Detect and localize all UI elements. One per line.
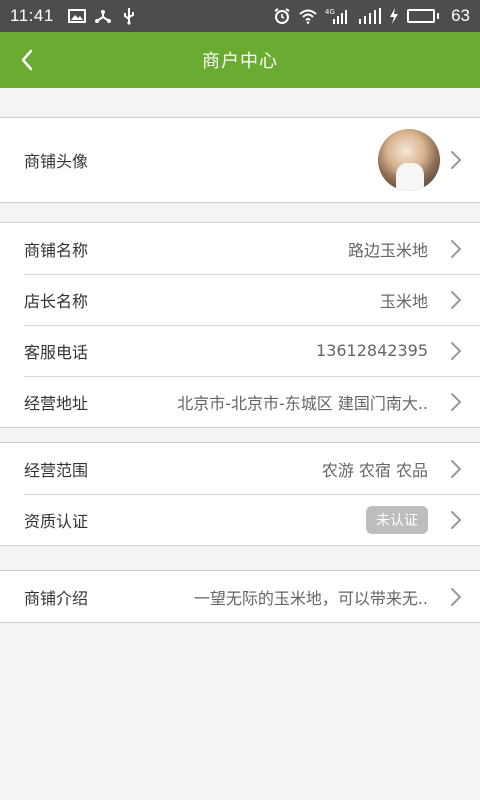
row-value: 玉米地: [379, 291, 428, 311]
group-avatar: 商铺头像: [0, 117, 480, 203]
row-service-phone[interactable]: 客服电话 13612842395: [0, 325, 480, 376]
row-manager-name[interactable]: 店长名称 玉米地: [0, 274, 480, 325]
chevron-right-icon: [450, 392, 462, 412]
group-intro: 商铺介绍 一望无际的玉米地，可以带来无..: [0, 570, 480, 623]
usb-share-icon: [94, 7, 112, 25]
avatar: [378, 129, 440, 191]
row-value: 13612842395: [316, 341, 428, 360]
chevron-right-icon: [450, 587, 462, 607]
charging-icon: [389, 7, 399, 25]
status-bar: 11:41 4G 63: [0, 0, 480, 32]
signal-4g-icon: 4G: [325, 7, 349, 25]
chevron-right-icon: [450, 341, 462, 361]
row-value: 北京市-北京市-东城区 建国门南大..: [177, 393, 428, 413]
image-icon: [67, 7, 86, 25]
row-value: 农游 农宿 农品: [321, 460, 428, 480]
row-label: 商铺名称: [24, 240, 89, 260]
status-time: 11:41: [10, 6, 54, 25]
wifi-icon: [299, 7, 317, 25]
row-shop-avatar[interactable]: 商铺头像: [0, 118, 480, 202]
row-shop-name[interactable]: 商铺名称 路边玉米地: [0, 223, 480, 274]
row-label: 商铺介绍: [24, 588, 89, 608]
group-basic-info: 商铺名称 路边玉米地 店长名称 玉米地 客服电话 13612842395 经营地…: [0, 222, 480, 428]
row-value: 路边玉米地: [347, 240, 428, 260]
battery-icon: [407, 9, 440, 23]
row-label: 经营范围: [24, 460, 89, 480]
status-bar-right: 4G 63: [273, 6, 470, 26]
row-shop-intro[interactable]: 商铺介绍 一望无际的玉米地，可以带来无..: [0, 571, 480, 622]
chevron-right-icon: [450, 239, 462, 259]
group-business: 经营范围 农游 农宿 农品 资质认证 未认证: [0, 442, 480, 546]
row-label: 客服电话: [24, 342, 89, 362]
chevron-left-icon: [21, 49, 33, 71]
header-bar: 商户中心: [0, 32, 480, 88]
usb-icon: [120, 7, 138, 25]
row-label: 经营地址: [24, 393, 89, 413]
chevron-right-icon: [450, 459, 462, 479]
signal-icon: [357, 7, 382, 25]
svg-text:4G: 4G: [325, 8, 335, 16]
chevron-right-icon: [450, 510, 462, 530]
battery-level: 63: [451, 6, 470, 25]
row-business-scope[interactable]: 经营范围 农游 农宿 农品: [0, 443, 480, 494]
page-title: 商户中心: [202, 51, 278, 72]
row-business-address[interactable]: 经营地址 北京市-北京市-东城区 建国门南大..: [0, 376, 480, 427]
row-label: 商铺头像: [24, 152, 89, 171]
status-bar-left: 11:41: [10, 6, 138, 26]
row-value: 一望无际的玉米地，可以带来无..: [193, 588, 428, 608]
chevron-right-icon: [450, 150, 462, 170]
row-label: 资质认证: [24, 511, 89, 531]
row-qualification[interactable]: 资质认证 未认证: [0, 494, 480, 545]
chevron-right-icon: [450, 290, 462, 310]
alarm-icon: [273, 7, 291, 25]
back-button[interactable]: [14, 46, 42, 74]
row-label: 店长名称: [24, 291, 89, 311]
status-badge: 未认证: [366, 505, 428, 534]
